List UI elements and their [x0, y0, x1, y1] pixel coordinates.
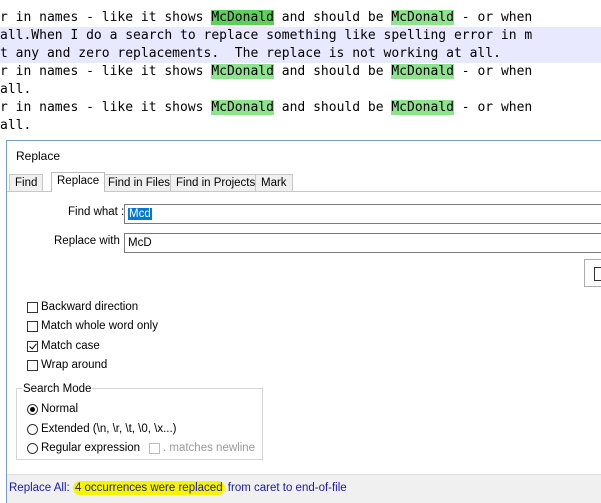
line-text: r in names - like it shows [0, 64, 212, 79]
replace-dialog: Replace Find Replace Find in Files Find … [6, 140, 601, 503]
checkbox-box [27, 301, 38, 313]
status-message: Replace All: 4 occurrences were replaced… [9, 481, 347, 495]
editor-line: r in names - like it shows McDonald and … [0, 9, 601, 27]
line-text: all.When I do a search to replace someth… [0, 28, 533, 43]
line-text: - or when [453, 10, 533, 25]
radio-icon [27, 442, 38, 454]
match-highlight: McDonald [391, 64, 454, 79]
radio-label: Normal [41, 403, 79, 415]
editor-text-area[interactable]: r in names - like it shows McDonald and … [0, 0, 601, 140]
line-text: r in names - like it shows [0, 100, 212, 115]
replace-with-input[interactable]: McD [124, 233, 601, 253]
line-text: and should be [273, 100, 392, 115]
dialog-tabs: Find Replace Find in Files Find in Proje… [7, 172, 601, 192]
search-mode-title: Search Mode [22, 383, 93, 395]
find-what-value: Mcd [128, 208, 152, 220]
tab-find-in-projects[interactable]: Find in Projects [170, 174, 262, 191]
search-mode-group: Search Mode Normal Extended (\n, \r, \t,… [16, 383, 263, 460]
match-highlight: McDonald [391, 100, 454, 115]
match-case-checkbox[interactable]: Match case [27, 340, 100, 352]
radio-label: Extended (\n, \r, \t, \0, \x...) [41, 423, 177, 435]
checkbox-label: Backward direction [41, 301, 139, 313]
line-text: all. [0, 118, 32, 133]
in-selection-checkbox[interactable] [584, 259, 601, 287]
square-icon [594, 267, 601, 281]
dialog-titlebar[interactable]: Replace [7, 141, 601, 171]
checkbox-label: Match case [41, 340, 100, 352]
line-text: - or when [453, 100, 533, 115]
tab-replace[interactable]: Replace [51, 172, 106, 192]
checkbox-box [27, 320, 38, 332]
match-highlight: McDonald [211, 64, 274, 79]
line-text: - or when [453, 64, 533, 79]
wrap-around-checkbox[interactable]: Wrap around [27, 359, 107, 371]
dialog-title: Replace [16, 149, 61, 163]
checkbox-label: Wrap around [41, 359, 108, 371]
checkbox-label: . matches newline [163, 442, 256, 454]
checkbox-box [149, 442, 160, 454]
match-highlight: McDonald [391, 10, 454, 25]
radio-label: Regular expression [41, 442, 141, 454]
status-bar: Replace All: 4 occurrences were replaced… [7, 474, 601, 503]
status-suffix: from caret to end-of-file [224, 482, 347, 494]
checkbox-label: Match whole word only [41, 320, 158, 332]
tab-find[interactable]: Find [9, 174, 44, 191]
match-highlight: McDonald [211, 100, 274, 115]
radio-icon [27, 423, 38, 435]
checkmark-icon [27, 340, 38, 352]
find-what-input[interactable]: Mcd [124, 204, 601, 224]
line-text: all. [0, 82, 32, 97]
search-mode-normal-radio[interactable]: Normal [27, 403, 78, 415]
dot-matches-newline-checkbox[interactable]: . matches newline [149, 442, 255, 454]
status-prefix: Replace All: [9, 482, 73, 494]
match-highlight: McDonald [211, 10, 274, 25]
backward-direction-checkbox[interactable]: Backward direction [27, 301, 138, 313]
status-highlight: 4 occurrences were replaced [72, 481, 225, 495]
line-text: t any and zero replacements. The replace… [0, 46, 501, 61]
find-what-label: Find what : [68, 206, 125, 218]
match-whole-word-checkbox[interactable]: Match whole word only [27, 320, 158, 332]
editor-line: all. [0, 81, 601, 99]
replace-with-label: Replace with : [54, 235, 127, 247]
editor-line: r in names - like it shows McDonald and … [0, 99, 601, 117]
checkbox-box [27, 359, 38, 371]
tab-mark[interactable]: Mark [255, 174, 293, 191]
editor-line: all. [0, 117, 601, 135]
editor-line: r in names - like it shows McDonald and … [0, 63, 601, 81]
line-text: and should be [273, 64, 392, 79]
editor-line-selected: all.When I do a search to replace someth… [0, 27, 601, 45]
radio-selected-icon [27, 403, 38, 415]
tab-find-in-files[interactable]: Find in Files [102, 174, 176, 191]
replace-with-value: McD [128, 237, 152, 249]
line-text: r in names - like it shows [0, 10, 212, 25]
editor-line-selected: t any and zero replacements. The replace… [0, 45, 601, 63]
line-text: and should be [273, 10, 392, 25]
search-mode-extended-radio[interactable]: Extended (\n, \r, \t, \0, \x...) [27, 423, 177, 435]
search-mode-regex-radio[interactable]: Regular expression [27, 442, 140, 454]
